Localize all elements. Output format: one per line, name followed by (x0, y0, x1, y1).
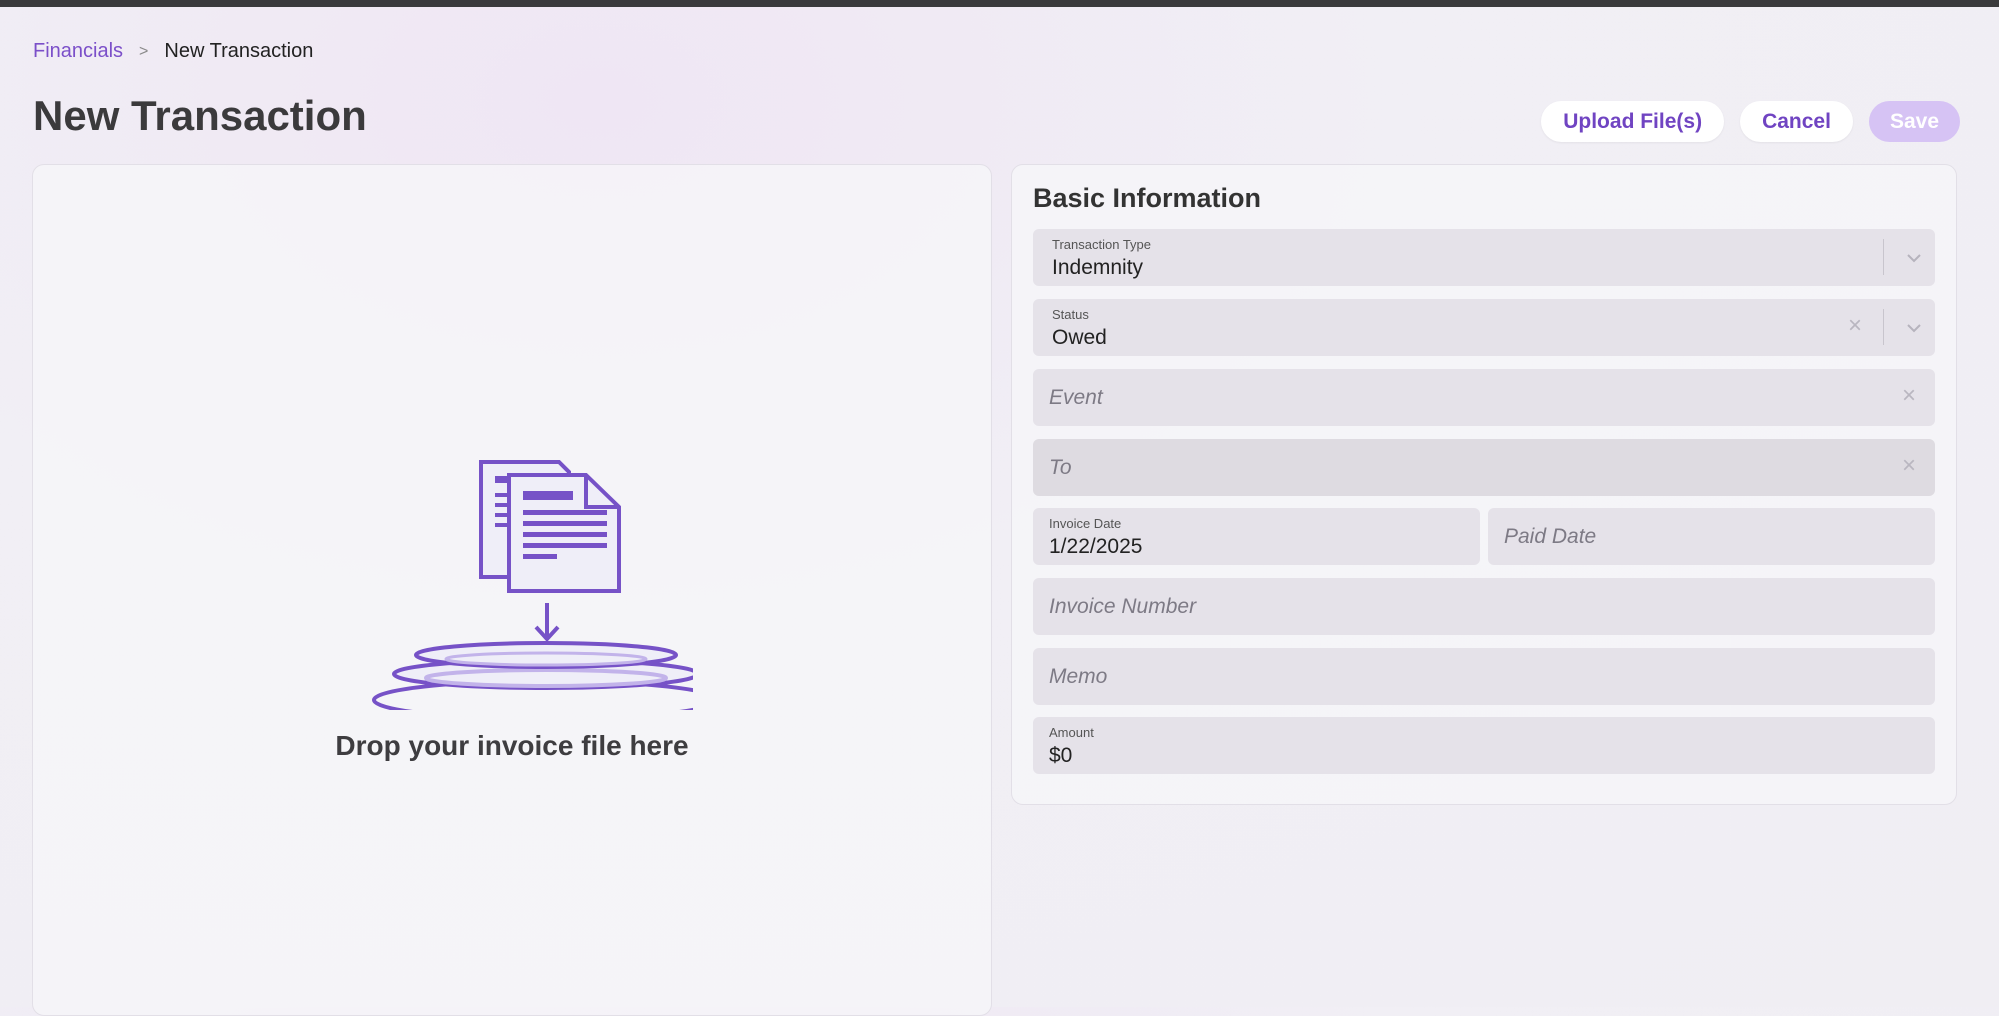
field-label: Invoice Date (1049, 516, 1122, 531)
upload-files-button[interactable]: Upload File(s) (1541, 101, 1725, 142)
document-drop-icon (372, 460, 693, 710)
field-divider (1883, 309, 1884, 345)
amount-field[interactable]: Amount $0 (1033, 717, 1935, 774)
chevron-down-icon[interactable] (1903, 247, 1925, 269)
field-placeholder: Event (1049, 386, 1103, 409)
section-title: Basic Information (1033, 183, 1262, 213)
header-actions: Upload File(s) Cancel Save (1541, 101, 1960, 142)
save-button[interactable]: Save (1868, 101, 1960, 142)
close-icon[interactable]: × (1902, 384, 1916, 408)
close-icon[interactable]: × (1902, 454, 1916, 478)
page-title: New Transaction (33, 92, 367, 139)
field-label: Status (1052, 307, 1089, 322)
chevron-down-icon[interactable] (1903, 317, 1925, 339)
paid-date-field[interactable]: Paid Date (1488, 508, 1935, 565)
status-select[interactable]: Status Owed × (1033, 299, 1935, 356)
event-field[interactable]: Event × (1033, 369, 1935, 426)
memo-field[interactable]: Memo (1033, 648, 1935, 705)
cancel-button[interactable]: Cancel (1740, 101, 1853, 142)
field-label: Transaction Type (1052, 237, 1151, 252)
dropzone-text: Drop your invoice file here (335, 730, 689, 761)
field-value: 1/22/2025 (1049, 535, 1143, 558)
breadcrumb-financials-link[interactable]: Financials (33, 40, 123, 63)
invoice-number-field[interactable]: Invoice Number (1033, 578, 1935, 635)
breadcrumb-separator-icon: > (139, 42, 149, 60)
close-icon[interactable]: × (1848, 314, 1862, 338)
breadcrumb: Financials > New Transaction (33, 40, 313, 63)
field-value: $0 (1049, 744, 1073, 767)
field-placeholder: Paid Date (1504, 525, 1597, 548)
field-placeholder: To (1049, 456, 1072, 479)
invoice-date-field[interactable]: Invoice Date 1/22/2025 (1033, 508, 1480, 565)
basic-information-panel: Basic Information Transaction Type Indem… (1011, 164, 1957, 805)
breadcrumb-current: New Transaction (164, 40, 314, 62)
field-value: Owed (1052, 326, 1107, 349)
field-placeholder: Memo (1049, 665, 1108, 688)
top-bar (0, 0, 1999, 7)
field-placeholder: Invoice Number (1049, 595, 1197, 618)
field-value: Indemnity (1052, 256, 1144, 279)
invoice-dropzone[interactable]: Drop your invoice file here (32, 164, 992, 1016)
field-label: Amount (1049, 725, 1094, 740)
to-field[interactable]: To × (1033, 439, 1935, 496)
transaction-type-select[interactable]: Transaction Type Indemnity (1033, 229, 1935, 286)
field-divider (1883, 239, 1884, 275)
